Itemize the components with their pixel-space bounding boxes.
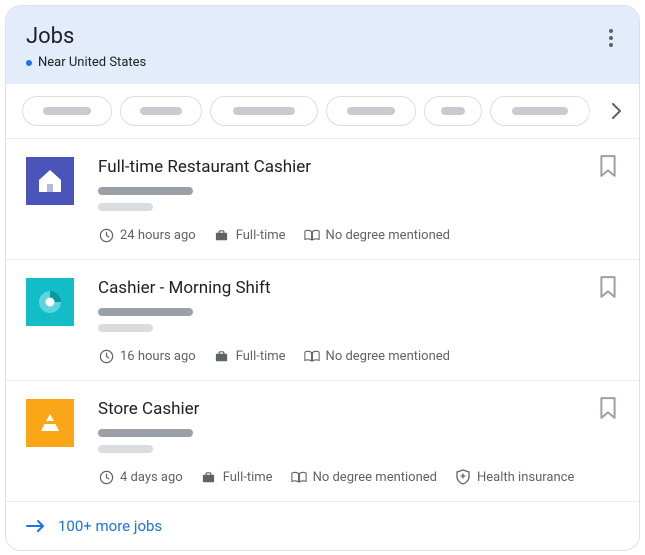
location-dot-icon xyxy=(26,60,32,66)
chip-placeholder xyxy=(233,107,295,115)
posted-time-text: 24 hours ago xyxy=(120,228,196,243)
posted-time: 24 hours ago xyxy=(98,227,196,243)
filter-chip[interactable] xyxy=(210,96,318,126)
bookmark-icon xyxy=(599,276,617,298)
briefcase-icon xyxy=(201,469,217,485)
more-jobs-link[interactable]: 100+ more jobs xyxy=(58,517,162,535)
jobs-card: Jobs Near United States Full- xyxy=(5,5,640,551)
employment-type-text: Full-time xyxy=(236,349,286,364)
employment-type: Full-time xyxy=(214,227,286,243)
chip-placeholder xyxy=(140,107,182,115)
employment-type-text: Full-time xyxy=(236,228,286,243)
filter-chips-row xyxy=(6,84,639,139)
filter-chip[interactable] xyxy=(326,96,416,126)
pyramid-icon xyxy=(35,408,65,438)
page-title: Jobs xyxy=(26,24,619,49)
job-content: Cashier - Morning Shift 16 hours ago Ful… xyxy=(98,278,619,364)
chip-placeholder xyxy=(347,107,395,115)
clock-icon xyxy=(98,227,114,243)
job-listing[interactable]: Cashier - Morning Shift 16 hours ago Ful… xyxy=(6,260,639,381)
filter-chip[interactable] xyxy=(490,96,590,126)
chevron-right-icon xyxy=(612,103,622,119)
bookmark-button[interactable] xyxy=(599,276,621,298)
shield-icon xyxy=(455,469,471,485)
chips-scroll-right-button[interactable] xyxy=(585,99,629,123)
house-icon xyxy=(35,166,65,196)
more-options-button[interactable] xyxy=(599,26,623,50)
employment-type: Full-time xyxy=(201,469,273,485)
location-placeholder xyxy=(98,324,153,332)
degree-requirement: No degree mentioned xyxy=(304,227,450,243)
book-icon xyxy=(291,469,307,485)
bookmark-icon xyxy=(599,155,617,177)
filter-chip[interactable] xyxy=(424,96,482,126)
briefcase-icon xyxy=(214,227,230,243)
degree-text: No degree mentioned xyxy=(313,470,437,485)
job-title: Cashier - Morning Shift xyxy=(98,278,619,298)
degree-text: No degree mentioned xyxy=(326,228,450,243)
chip-placeholder xyxy=(512,107,568,115)
company-logo xyxy=(26,278,74,326)
degree-requirement: No degree mentioned xyxy=(291,469,437,485)
bookmark-icon xyxy=(599,397,617,419)
clock-icon xyxy=(98,469,114,485)
briefcase-icon xyxy=(214,348,230,364)
job-meta-row: 16 hours ago Full-time No degree mention… xyxy=(98,348,619,364)
card-footer[interactable]: 100+ more jobs xyxy=(6,502,639,550)
posted-time: 4 days ago xyxy=(98,469,183,485)
location-placeholder xyxy=(98,445,153,453)
kebab-icon xyxy=(609,29,613,33)
company-placeholder xyxy=(98,187,193,195)
company-placeholder xyxy=(98,429,193,437)
book-icon xyxy=(304,348,320,364)
degree-text: No degree mentioned xyxy=(326,349,450,364)
job-content: Store Cashier 4 days ago Full-time xyxy=(98,399,619,485)
chip-placeholder xyxy=(43,107,91,115)
kebab-icon xyxy=(609,36,613,40)
posted-time-text: 4 days ago xyxy=(120,470,183,485)
job-title: Full-time Restaurant Cashier xyxy=(98,157,619,177)
filter-chip[interactable] xyxy=(120,96,202,126)
job-listing[interactable]: Full-time Restaurant Cashier 24 hours ag… xyxy=(6,139,639,260)
degree-requirement: No degree mentioned xyxy=(304,348,450,364)
location-text: Near United States xyxy=(38,55,146,70)
job-title: Store Cashier xyxy=(98,399,619,419)
arrow-right-icon xyxy=(26,516,46,536)
location-placeholder xyxy=(98,203,153,211)
bookmark-button[interactable] xyxy=(599,155,621,177)
donut-icon xyxy=(35,287,65,317)
book-icon xyxy=(304,227,320,243)
bookmark-button[interactable] xyxy=(599,397,621,419)
card-header: Jobs Near United States xyxy=(6,6,639,84)
employment-type: Full-time xyxy=(214,348,286,364)
company-placeholder xyxy=(98,308,193,316)
company-logo xyxy=(26,399,74,447)
benefits: Health insurance xyxy=(455,469,574,485)
filter-chip[interactable] xyxy=(22,96,112,126)
clock-icon xyxy=(98,348,114,364)
employment-type-text: Full-time xyxy=(223,470,273,485)
job-meta-row: 4 days ago Full-time No degree mentioned xyxy=(98,469,619,485)
location-subtitle[interactable]: Near United States xyxy=(26,55,619,70)
chip-placeholder xyxy=(441,107,465,115)
benefits-text: Health insurance xyxy=(477,470,574,485)
company-logo xyxy=(26,157,74,205)
posted-time-text: 16 hours ago xyxy=(120,349,196,364)
job-listing[interactable]: Store Cashier 4 days ago Full-time xyxy=(6,381,639,502)
posted-time: 16 hours ago xyxy=(98,348,196,364)
job-content: Full-time Restaurant Cashier 24 hours ag… xyxy=(98,157,619,243)
job-meta-row: 24 hours ago Full-time No degree mention… xyxy=(98,227,619,243)
kebab-icon xyxy=(609,43,613,47)
